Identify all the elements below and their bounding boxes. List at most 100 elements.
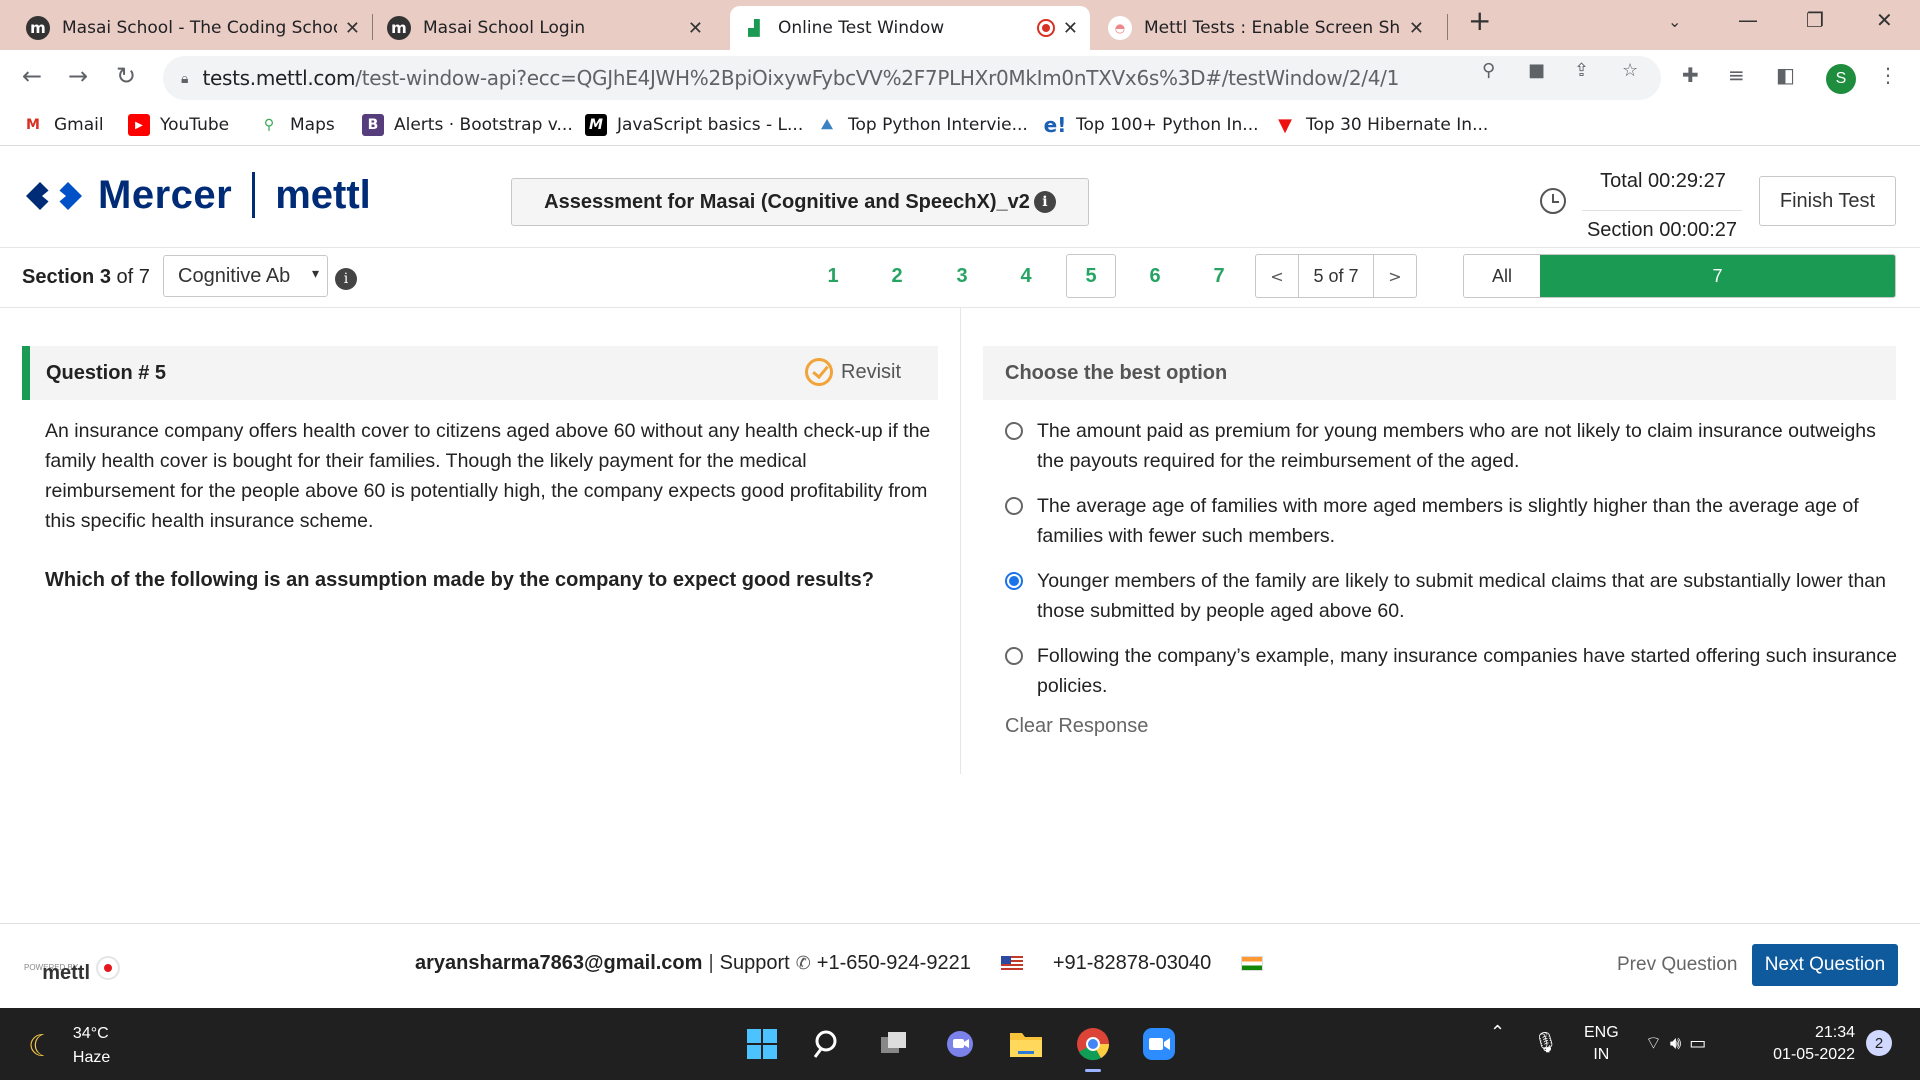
phone-in: +91-82878-03040 bbox=[1052, 952, 1212, 974]
zoom-icon[interactable] bbox=[1139, 1024, 1179, 1064]
mettl-help-logo-icon: ◓ bbox=[1108, 16, 1132, 40]
teams-chat-icon[interactable] bbox=[940, 1024, 980, 1064]
question-nav-5[interactable]: 5 bbox=[1066, 254, 1116, 298]
question-nav-1[interactable]: 1 bbox=[809, 254, 857, 298]
revisit-button[interactable]: Revisit bbox=[805, 358, 901, 386]
weather-widget[interactable]: ☾ 34°C Haze bbox=[28, 1022, 110, 1070]
youtube-icon: ▶ bbox=[128, 114, 150, 136]
language-indicator[interactable]: ENG IN bbox=[1584, 1022, 1619, 1066]
forward-icon[interactable]: → bbox=[68, 62, 88, 90]
option-3[interactable]: Younger members of the family are likely… bbox=[1005, 566, 1905, 626]
close-icon[interactable]: ✕ bbox=[688, 18, 703, 39]
windows-start-icon[interactable] bbox=[742, 1024, 782, 1064]
notification-badge[interactable]: 2 bbox=[1866, 1030, 1892, 1056]
section-info-icon[interactable]: i bbox=[335, 268, 357, 290]
microphone-icon[interactable]: 🎙︎ bbox=[1533, 1030, 1558, 1054]
option-1-text: The amount paid as premium for young mem… bbox=[1037, 420, 1876, 472]
pager-prev-button[interactable]: < bbox=[1256, 255, 1298, 297]
section-select[interactable]: Cognitive Ab ▾ bbox=[163, 255, 328, 297]
option-2-radio[interactable] bbox=[1005, 497, 1023, 515]
url-input[interactable]: 🔒︎ tests.mettl.com/test-window-api?ecc=Q… bbox=[163, 56, 1661, 100]
option-4-text: Following the company’s example, many in… bbox=[1037, 645, 1897, 697]
filter-all-button[interactable]: All bbox=[1464, 255, 1540, 297]
timer-total: Total 00:29:27 bbox=[1600, 170, 1726, 192]
question-nav-3[interactable]: 3 bbox=[938, 254, 986, 298]
next-question-button[interactable]: Next Question bbox=[1752, 944, 1898, 986]
filter-count-button[interactable]: 7 bbox=[1540, 255, 1895, 297]
task-view-icon[interactable] bbox=[874, 1024, 914, 1064]
proctoring-indicator-icon bbox=[96, 955, 121, 980]
option-2-text: The average age of families with more ag… bbox=[1037, 495, 1859, 547]
option-3-text: Younger members of the family are likely… bbox=[1037, 570, 1886, 622]
option-2[interactable]: The average age of families with more ag… bbox=[1005, 491, 1905, 551]
media-control-icon[interactable]: ≡ bbox=[1728, 63, 1745, 87]
file-explorer-icon[interactable] bbox=[1006, 1024, 1046, 1064]
e-icon: e! bbox=[1043, 113, 1067, 137]
bookmark-javascript-basics[interactable]: M JavaScript basics - L... bbox=[585, 114, 803, 136]
india-flag-icon bbox=[1241, 956, 1264, 971]
battery-icon: ▭ bbox=[1689, 1033, 1715, 1054]
option-3-radio[interactable] bbox=[1005, 572, 1023, 590]
share-icon[interactable]: ⇪ bbox=[1574, 60, 1589, 81]
bookmark-gmail[interactable]: M Gmail bbox=[22, 114, 104, 136]
camera-icon[interactable]: ■ bbox=[1528, 60, 1545, 81]
mercer-wordmark: Mercer bbox=[98, 172, 233, 217]
tab-masai-login[interactable]: m Masai School Login ✕ bbox=[375, 6, 715, 50]
option-1[interactable]: The amount paid as premium for young mem… bbox=[1005, 416, 1905, 476]
bookmark-star-icon[interactable]: ☆ bbox=[1622, 60, 1638, 81]
close-icon[interactable]: ✕ bbox=[345, 18, 360, 39]
bookmark-bootstrap[interactable]: B Alerts · Bootstrap v... bbox=[362, 114, 573, 136]
close-icon[interactable]: ✕ bbox=[1063, 18, 1078, 39]
logo-divider bbox=[252, 172, 256, 218]
tab-search-chevron-icon[interactable]: ⌄ bbox=[1668, 12, 1681, 31]
mercer-mettl-logo: Mercer mettl bbox=[24, 172, 371, 218]
more-menu-icon[interactable]: ⋮ bbox=[1878, 63, 1898, 87]
prev-question-button[interactable]: Prev Question bbox=[1617, 954, 1737, 976]
bookmark-youtube[interactable]: ▶ YouTube bbox=[128, 114, 229, 136]
network-volume-battery-icons[interactable]: ⌔🔊︎▭ bbox=[1645, 1032, 1714, 1055]
system-clock[interactable]: 21:34 01-05-2022 bbox=[1755, 1022, 1855, 1066]
option-4[interactable]: Following the company’s example, many in… bbox=[1005, 641, 1905, 701]
reload-icon[interactable]: ↻ bbox=[116, 62, 136, 90]
window-close-icon[interactable]: ✕ bbox=[1876, 8, 1893, 32]
wifi-icon: ⌔ bbox=[1645, 1033, 1670, 1054]
test-header: Mercer mettl Assessment for Masai (Cogni… bbox=[0, 148, 1920, 248]
option-4-radio[interactable] bbox=[1005, 647, 1023, 665]
tray-overflow-icon[interactable]: ⌃ bbox=[1490, 1022, 1505, 1043]
masai-logo-icon: m bbox=[387, 16, 411, 40]
bookmark-top-100-python[interactable]: e! Top 100+ Python In... bbox=[1043, 113, 1259, 137]
bookmark-maps[interactable]: ⚲ Maps bbox=[258, 114, 335, 136]
tab-mettl-screen-sharing[interactable]: ◓ Mettl Tests : Enable Screen Sharing ✕ bbox=[1096, 6, 1436, 50]
moon-haze-icon: ☾ bbox=[28, 1028, 55, 1064]
question-nav-6[interactable]: 6 bbox=[1131, 254, 1179, 298]
restore-icon[interactable]: ❐ bbox=[1806, 8, 1824, 32]
weather-condition: Haze bbox=[72, 1049, 111, 1066]
bookmark-top-30-hibernate[interactable]: ▼ Top 30 Hibernate In... bbox=[1274, 114, 1488, 136]
clear-response-button[interactable]: Clear Response bbox=[1005, 715, 1148, 738]
new-tab-icon[interactable]: + bbox=[1468, 4, 1491, 37]
finish-test-button[interactable]: Finish Test bbox=[1759, 176, 1896, 226]
tab-online-test-window[interactable]: ▟ Online Test Window ✕ bbox=[730, 6, 1090, 50]
url-host: tests.mettl.com bbox=[202, 66, 356, 90]
python-site-icon: ⛰ bbox=[821, 117, 833, 133]
side-panel-icon[interactable]: ◧ bbox=[1776, 63, 1795, 87]
tab-masai-home[interactable]: m Masai School - The Coding School ✕ bbox=[14, 6, 372, 50]
close-icon[interactable]: ✕ bbox=[1409, 18, 1424, 39]
pager-next-button[interactable]: > bbox=[1374, 255, 1416, 297]
section-indicator: Section 3 of 7 bbox=[22, 266, 150, 288]
location-pin-icon[interactable]: ⚲ bbox=[1482, 60, 1495, 81]
extensions-puzzle-icon[interactable]: ✚ bbox=[1682, 63, 1699, 87]
minimize-icon[interactable]: — bbox=[1738, 8, 1758, 32]
question-header: Question # 5 Revisit bbox=[22, 346, 938, 400]
option-1-radio[interactable] bbox=[1005, 422, 1023, 440]
question-nav-4[interactable]: 4 bbox=[1002, 254, 1050, 298]
info-icon[interactable]: i bbox=[1033, 191, 1056, 213]
phone-us: +1-650-924-9221 bbox=[816, 952, 971, 974]
search-icon[interactable] bbox=[808, 1024, 848, 1064]
question-nav-7[interactable]: 7 bbox=[1195, 254, 1243, 298]
question-nav-2[interactable]: 2 bbox=[873, 254, 921, 298]
chrome-icon[interactable] bbox=[1073, 1024, 1113, 1072]
profile-avatar[interactable]: S bbox=[1826, 64, 1856, 94]
back-icon[interactable]: ← bbox=[22, 62, 42, 90]
bookmark-top-python-interview[interactable]: ⛰ Top Python Intervie... bbox=[816, 114, 1028, 136]
